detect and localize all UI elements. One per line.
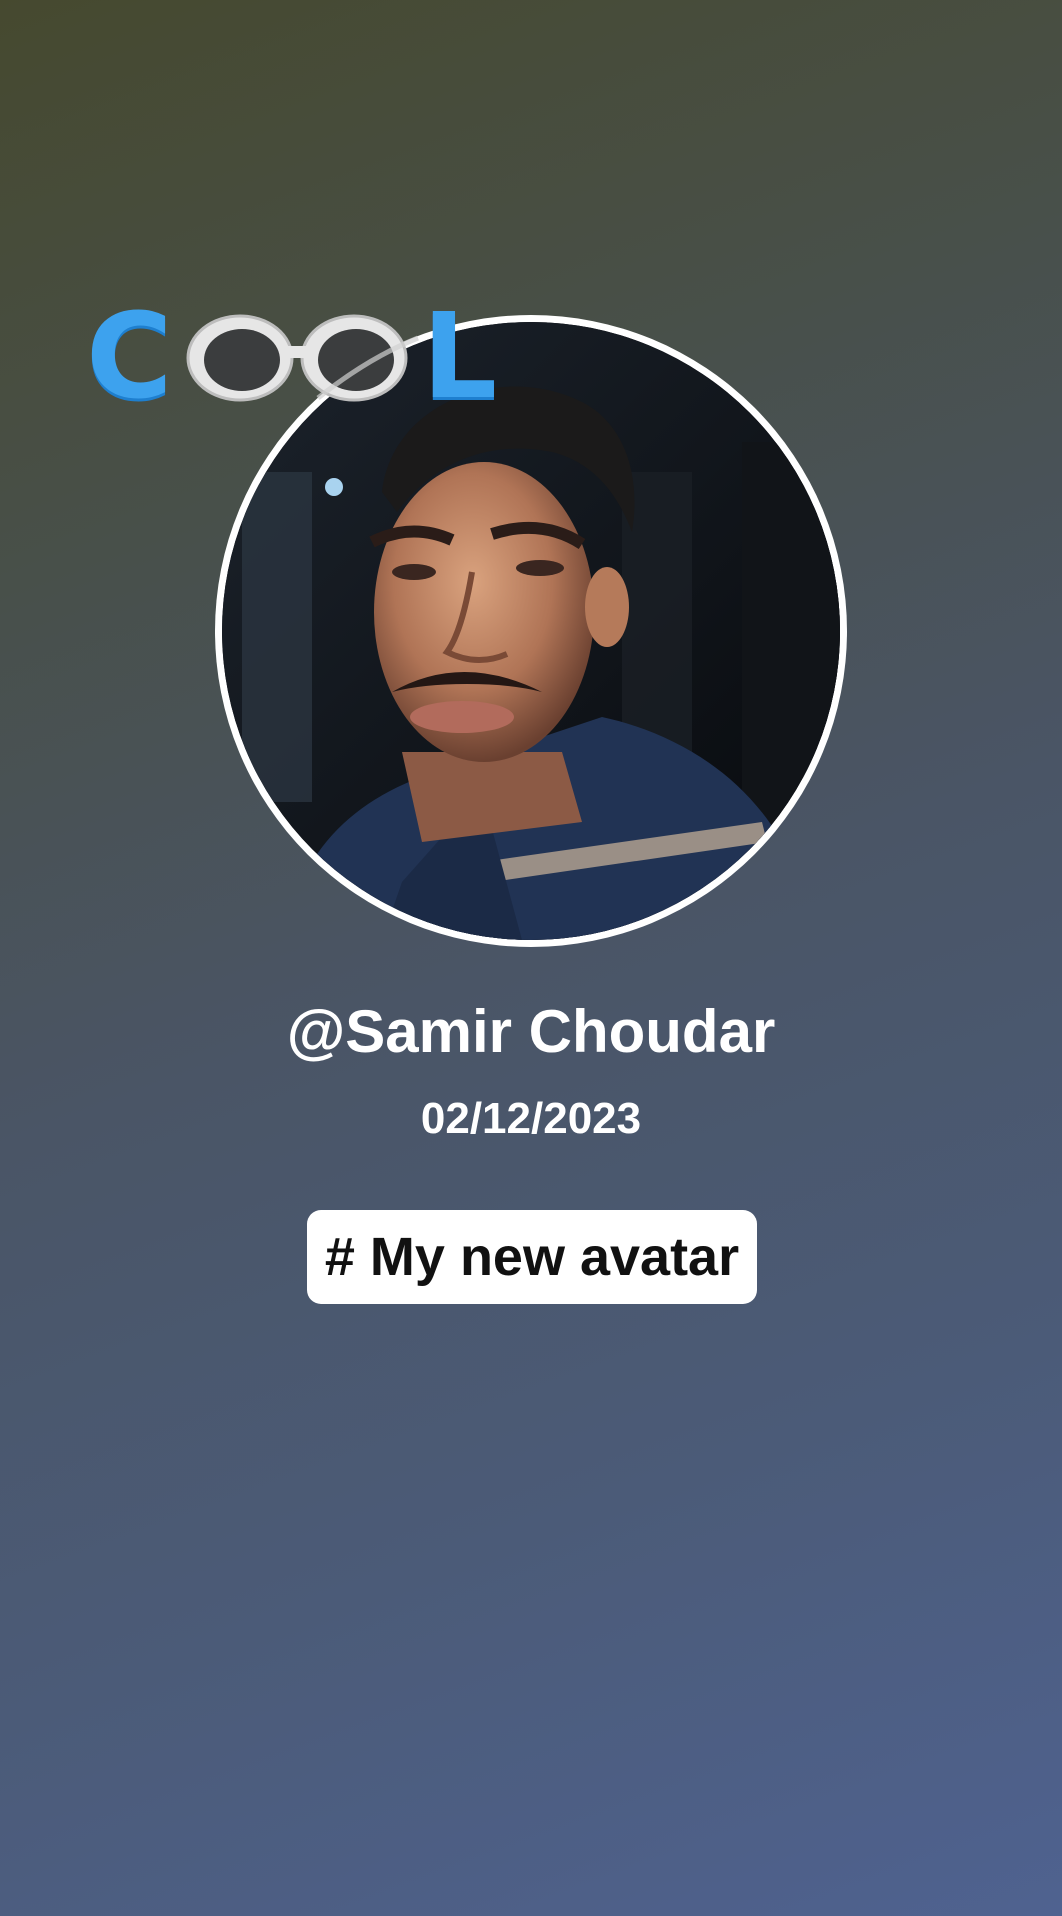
cool-sticker[interactable]: C L <box>86 287 498 425</box>
cool-letter-l: L <box>422 287 498 425</box>
hashtag-chip[interactable]: # My new avatar <box>307 1210 757 1304</box>
username-label: @Samir Choudar <box>286 998 776 1065</box>
avatar-share-screen: C L @Samir Choudar 02/12/2023 # My new a… <box>0 0 1062 1916</box>
date-label: 02/12/2023 <box>420 1094 642 1143</box>
hashtag-label: # My new avatar <box>324 1227 740 1287</box>
